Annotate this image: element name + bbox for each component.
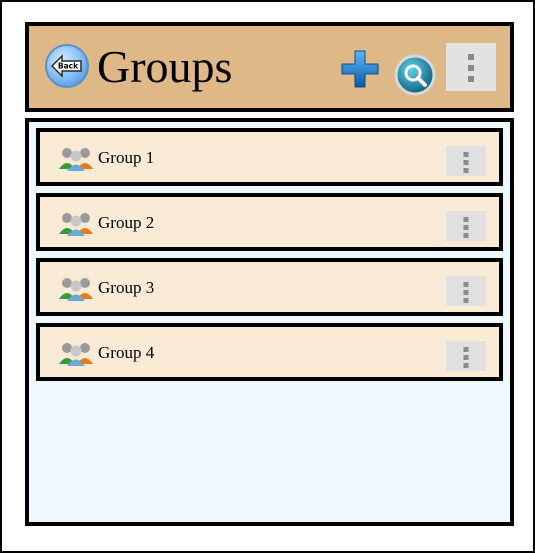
group-icon [59,343,93,366]
list-item-group-4[interactable]: Group 4 [36,323,503,381]
group-icon [59,278,93,301]
group-menu-button[interactable] [446,276,486,306]
overflow-menu-icon [463,347,469,371]
list-item-group-1[interactable]: Group 1 [36,128,503,186]
group-icon [59,213,93,236]
overflow-menu-icon [463,217,469,241]
header-bar: Back Groups [25,22,514,112]
overflow-menu-icon [468,54,474,87]
back-arrow-icon: Back [50,54,82,78]
group-name: Group 4 [98,343,155,362]
overflow-menu-icon [463,282,469,306]
group-menu-button[interactable] [446,146,486,176]
header-menu-button[interactable] [446,43,496,91]
search-button[interactable] [394,54,436,96]
group-list: Group 1 Group 2 Group 3 Group 4 [25,118,514,526]
page-title: Groups [97,41,233,92]
group-name: Group 3 [98,278,155,297]
list-item-group-3[interactable]: Group 3 [36,258,503,316]
plus-icon [341,50,379,88]
group-icon [59,148,93,171]
overflow-menu-icon [463,152,469,176]
group-name: Group 1 [98,148,155,167]
group-name: Group 2 [98,213,155,232]
magnifier-icon [394,54,436,96]
add-group-button[interactable] [339,48,381,90]
back-button[interactable]: Back [45,44,89,88]
group-menu-button[interactable] [446,341,486,371]
app-window: Back Groups Group 1 Group 2 Group 3 Grou… [0,0,535,553]
list-item-group-2[interactable]: Group 2 [36,193,503,251]
group-menu-button[interactable] [446,211,486,241]
back-label: Back [58,62,79,71]
